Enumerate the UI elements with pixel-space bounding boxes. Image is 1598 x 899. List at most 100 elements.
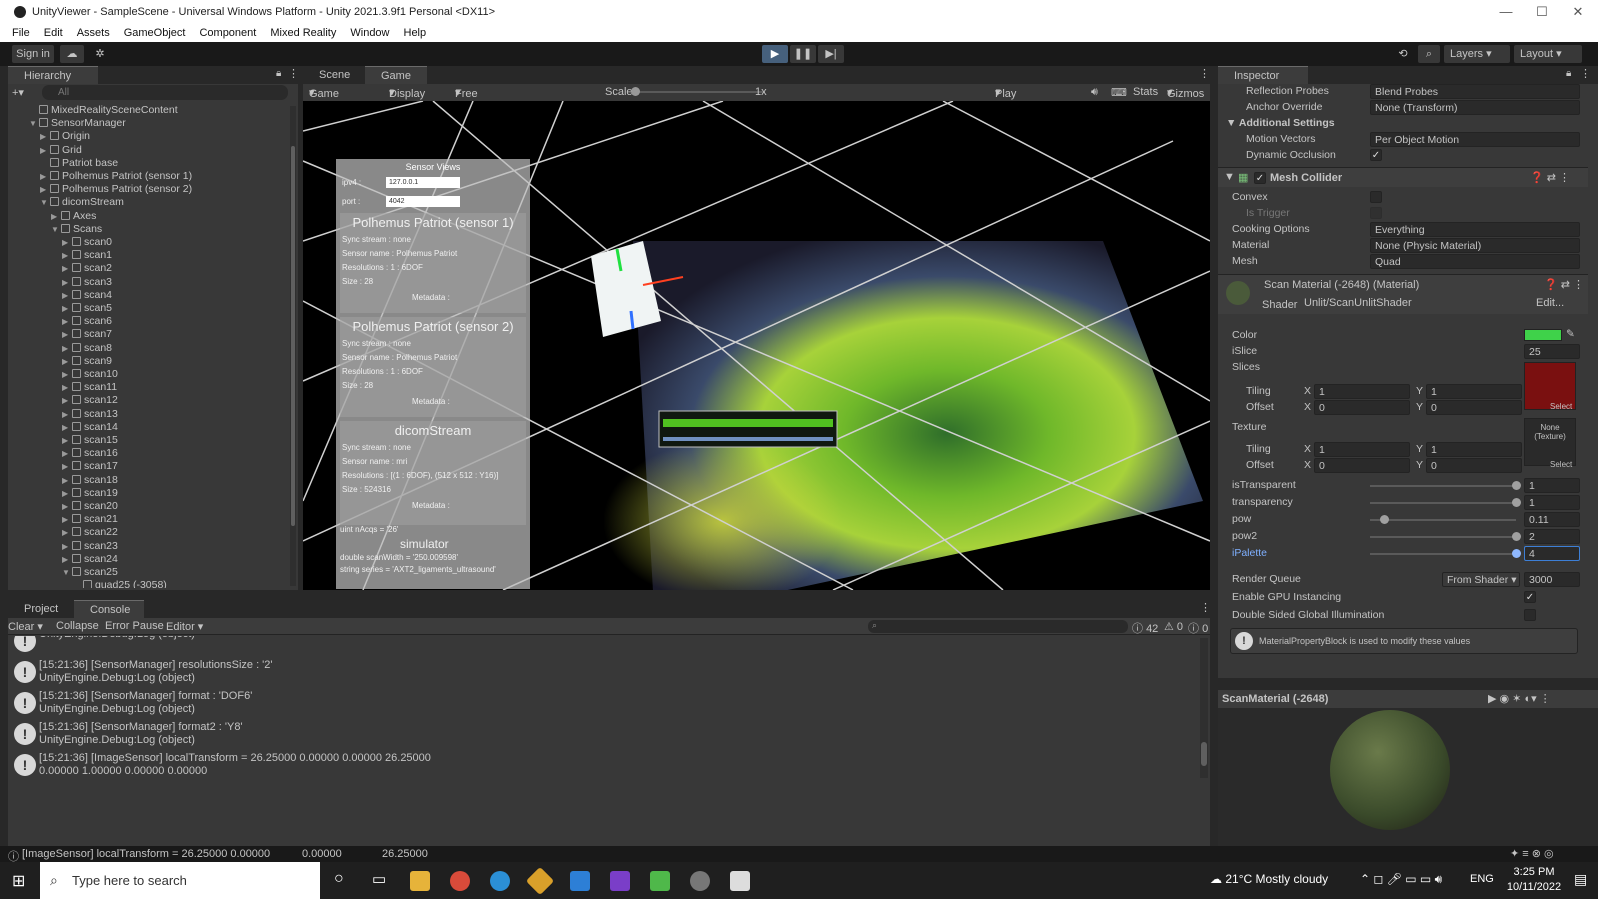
hierarchy-item[interactable]: ▶ scan13	[62, 408, 118, 421]
render-queue-input[interactable]: 3000	[1524, 572, 1580, 587]
hierarchy-item[interactable]: ▼ Scans	[51, 223, 102, 236]
texture-tiling-y-input[interactable]: 1	[1426, 442, 1522, 457]
game-dropdown[interactable]: Game ▾	[309, 86, 339, 100]
hierarchy-item[interactable]: ▶ scan10	[62, 368, 118, 381]
hierarchy-item[interactable]: MixedRealitySceneContent	[29, 104, 178, 117]
lock-icon[interactable]: 🔒︎	[276, 68, 281, 79]
material-preview-sphere[interactable]	[1330, 710, 1450, 830]
windows-start-icon[interactable]: ⊞	[12, 871, 25, 891]
stats-button[interactable]: Stats	[1133, 86, 1158, 98]
expanded-arrow-icon[interactable]: ▼	[40, 196, 50, 209]
color-swatch[interactable]	[1524, 329, 1562, 341]
hierarchy-item[interactable]: quad25 (-3058)	[73, 579, 167, 588]
kebab-icon[interactable]: ⋮	[288, 67, 299, 80]
edit-shader-button[interactable]: Edit...	[1536, 297, 1578, 309]
collapsed-arrow-icon[interactable]: ▶	[62, 276, 72, 289]
collapsed-arrow-icon[interactable]: ▶	[62, 236, 72, 249]
mesh-collider-foldout-icon[interactable]: ▼	[1224, 171, 1235, 183]
console-kebab-icon[interactable]: ⋮	[1200, 601, 1211, 614]
menu-assets[interactable]: Assets	[77, 27, 110, 39]
layers-dropdown[interactable]: Layers ▾	[1444, 45, 1510, 63]
tab-console[interactable]: Console	[74, 600, 144, 618]
texture-offset-x-input[interactable]: 0	[1314, 458, 1410, 473]
hierarchy-search-input[interactable]: All	[42, 85, 288, 100]
step-button[interactable]: ▶|	[818, 45, 844, 63]
islice-input[interactable]: 25	[1524, 344, 1580, 359]
collapsed-arrow-icon[interactable]: ▶	[62, 249, 72, 262]
cooking-options-dropdown[interactable]: Everything	[1370, 222, 1580, 237]
pause-button[interactable]: ❚❚	[790, 45, 816, 63]
minimize-icon[interactable]: —	[1488, 0, 1524, 24]
hierarchy-item[interactable]: ▶ scan21	[62, 513, 118, 526]
hierarchy-item[interactable]: ▶ scan22	[62, 526, 118, 539]
collapsed-arrow-icon[interactable]: ▶	[62, 553, 72, 566]
menu-gameobject[interactable]: GameObject	[124, 27, 186, 39]
aspect-dropdown[interactable]: Free Aspect ▾	[455, 86, 489, 112]
hierarchy-item[interactable]: ▶ Grid	[40, 144, 82, 157]
collapsed-arrow-icon[interactable]: ▶	[62, 513, 72, 526]
hierarchy-item[interactable]: ▶ Polhemus Patriot (sensor 2)	[40, 183, 192, 196]
slices-offset-x-input[interactable]: 0	[1314, 400, 1410, 415]
hierarchy-item[interactable]: ▶ scan1	[62, 249, 112, 262]
hierarchy-item[interactable]: ▶ scan8	[62, 342, 112, 355]
port-input[interactable]: 4042	[386, 196, 460, 207]
play-mode-dropdown[interactable]: Play Focused ▾	[995, 86, 1037, 112]
hierarchy-item[interactable]: ▶ scan9	[62, 355, 112, 368]
warning-count-toggle[interactable]: ⚠ 0	[1164, 620, 1183, 633]
double-sided-gi-checkbox[interactable]	[1524, 609, 1536, 621]
collapsed-arrow-icon[interactable]: ▶	[62, 368, 72, 381]
slices-tiling-x-input[interactable]: 1	[1314, 384, 1410, 399]
collapsed-arrow-icon[interactable]: ▶	[62, 500, 72, 513]
unity-editor-icon[interactable]	[730, 871, 750, 891]
game-viewport[interactable]: Sensor Views ipv4 : 127.0.0.1 port : 404…	[303, 101, 1210, 590]
menu-component[interactable]: Component	[199, 27, 256, 39]
collapsed-arrow-icon[interactable]: ▶	[62, 487, 72, 500]
scene-kebab-icon[interactable]: ⋮	[1199, 67, 1210, 80]
cortana-icon[interactable]: ○	[334, 870, 344, 888]
expanded-arrow-icon[interactable]: ▼	[51, 223, 61, 236]
hierarchy-item[interactable]: ▶ scan19	[62, 487, 118, 500]
transparency-slider[interactable]	[1370, 502, 1516, 504]
menu-help[interactable]: Help	[404, 27, 427, 39]
collapsed-arrow-icon[interactable]: ▶	[62, 421, 72, 434]
add-object-button[interactable]: +▾	[12, 86, 28, 100]
language-indicator[interactable]: ENG	[1470, 873, 1494, 885]
reflection-probes-dropdown[interactable]: Blend Probes	[1370, 84, 1580, 99]
gizmos-dropdown[interactable]: Gizmos ▾	[1167, 86, 1204, 100]
pow-slider[interactable]	[1370, 519, 1516, 521]
collapsed-arrow-icon[interactable]: ▶	[62, 381, 72, 394]
editor-dropdown[interactable]: Editor ▾	[166, 620, 203, 633]
motion-vectors-dropdown[interactable]: Per Object Motion	[1370, 132, 1580, 147]
additional-settings-foldout[interactable]: ▼ Additional Settings	[1226, 117, 1335, 129]
inspector-kebab-icon[interactable]: ⋮	[1580, 67, 1591, 80]
menu-window[interactable]: Window	[350, 27, 389, 39]
collapsed-arrow-icon[interactable]: ▶	[51, 210, 61, 223]
collapsed-arrow-icon[interactable]: ▶	[62, 355, 72, 368]
cloud-icon[interactable]: ☁	[60, 45, 84, 63]
taskbar-search-input[interactable]: ⌕ Type here to search	[40, 862, 320, 899]
visual-studio-icon[interactable]	[610, 871, 630, 891]
transparency-slider-knob[interactable]	[1512, 498, 1521, 507]
expanded-arrow-icon[interactable]: ▼	[62, 566, 72, 579]
collapsed-arrow-icon[interactable]: ▶	[62, 342, 72, 355]
hierarchy-item[interactable]: ▼ scan25	[62, 566, 118, 579]
istransparent-slider-knob[interactable]	[1512, 481, 1521, 490]
collapsed-arrow-icon[interactable]: ▶	[62, 526, 72, 539]
collapsed-arrow-icon[interactable]: ▶	[62, 460, 72, 473]
tab-scene[interactable]: Scene	[303, 66, 363, 84]
console-log-entry[interactable]: ! [15:21:36] [SensorManager] resolutionsS…	[8, 657, 1198, 688]
hierarchy-item[interactable]: ▼ SensorManager	[29, 117, 126, 130]
ipalette-slider[interactable]	[1370, 553, 1516, 555]
shader-dropdown[interactable]: Unlit/ScanUnlitShader	[1304, 297, 1530, 309]
mesh-field[interactable]: Quad	[1370, 254, 1580, 269]
clock-date[interactable]: 10/11/2022	[1502, 881, 1566, 893]
scan-material-header[interactable]: Scan Material (-2648) (Material) Shader …	[1218, 274, 1588, 314]
pow2-input[interactable]: 2	[1524, 529, 1580, 544]
layout-dropdown[interactable]: Layout ▾	[1514, 45, 1582, 63]
collapsed-arrow-icon[interactable]: ▶	[62, 328, 72, 341]
error-pause-button[interactable]: Error Pause	[105, 620, 164, 632]
collapsed-arrow-icon[interactable]: ▶	[62, 434, 72, 447]
slices-tiling-y-input[interactable]: 1	[1426, 384, 1522, 399]
collapsed-arrow-icon[interactable]: ▶	[40, 183, 50, 196]
hierarchy-item[interactable]: ▶ scan16	[62, 447, 118, 460]
